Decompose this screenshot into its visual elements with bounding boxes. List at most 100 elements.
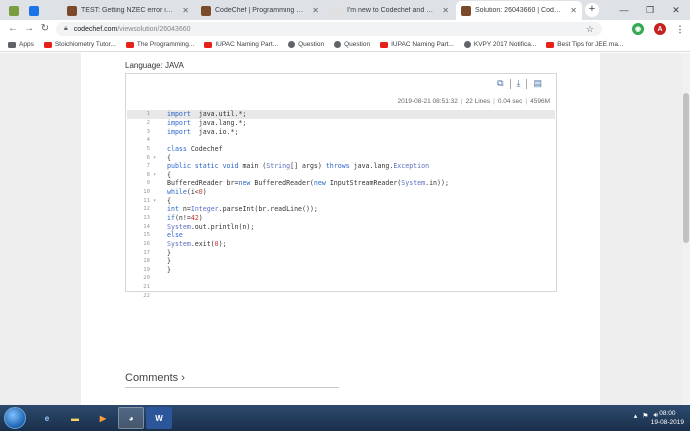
code-token: String <box>266 162 291 171</box>
browser-tab[interactable]: I'm new to Codechef and my first✕ <box>328 1 454 20</box>
flag-icon[interactable]: ⚑ <box>642 412 648 420</box>
reload-icon[interactable]: ↻ <box>38 22 52 36</box>
forward-arrow-icon[interactable]: → <box>22 22 36 36</box>
document-icon[interactable]: ▤ <box>533 78 542 89</box>
code-line: 21 <box>127 283 555 292</box>
bookmark-item[interactable]: IUPAC Naming Part... <box>380 41 454 48</box>
bookmark-item[interactable]: Question <box>334 41 370 48</box>
code-text: class Codechef <box>159 145 223 153</box>
apps-grid-icon <box>8 41 16 48</box>
youtube-icon <box>546 41 555 48</box>
address-bar[interactable]: 🔒︎ codechef.com/viewsolution/26043660 ☆ <box>56 22 602 36</box>
code-token: Integer <box>190 205 219 214</box>
line-number: 4 <box>146 137 150 144</box>
code-token: BufferedReader br= <box>167 179 239 188</box>
folder-icon[interactable]: ▬ <box>62 407 88 429</box>
new-tab-button[interactable]: + <box>585 3 599 17</box>
globe-icon <box>463 41 471 48</box>
page-scrollbar[interactable] <box>682 53 690 405</box>
code-text: } <box>159 249 171 257</box>
minimize-icon[interactable]: — <box>612 0 636 20</box>
bookmark-item[interactable]: Best Tips for JEE ma... <box>546 41 623 48</box>
code-line: 7 public static void main (String[] args)… <box>127 162 555 171</box>
close-tab-icon[interactable]: ✕ <box>439 6 449 15</box>
browser-tab[interactable] <box>24 1 42 20</box>
code-text: } <box>159 257 171 265</box>
download-icon[interactable]: ⤓ <box>517 78 521 89</box>
profile-avatar[interactable]: A <box>654 23 666 35</box>
bookmark-item[interactable]: IUPAC Naming Part... <box>204 41 278 48</box>
line-number: 12 <box>143 206 150 213</box>
lock-icon: 🔒︎ <box>64 25 68 32</box>
close-tab-icon[interactable]: ✕ <box>309 6 319 15</box>
clock[interactable]: 08:00 19-08-2019 <box>651 409 684 427</box>
menu-kebab-icon[interactable]: ⋮ <box>674 23 686 35</box>
code-line: 9 BufferedReader br=new BufferedReader(ne… <box>127 179 555 188</box>
close-window-icon[interactable]: ✕ <box>664 0 688 20</box>
line-number: 21 <box>143 284 150 291</box>
bookmark-item[interactable]: Stoichiometry Tutor... <box>43 41 116 48</box>
code-line: 2 import java.lang.*; <box>127 119 555 128</box>
copy-icon[interactable]: ⧉ <box>497 78 503 89</box>
code-line: 3 import java.io.*; <box>127 127 555 136</box>
code-token: .exit( <box>190 239 215 248</box>
code-token: (i< <box>186 188 199 197</box>
bookmark-item[interactable]: Question <box>288 41 324 48</box>
back-arrow-icon[interactable]: ← <box>6 22 20 36</box>
code-token: new <box>313 179 326 188</box>
submission-meta: 2019-08-21 08:51:32 | 22 Lines | 0.04 sec | 45… <box>397 98 551 105</box>
favicon-icon <box>29 5 39 16</box>
line-number: 7 <box>146 163 150 170</box>
code-token: } <box>167 248 171 257</box>
code-line: 4 <box>127 136 555 145</box>
line-number: 17 <box>143 249 150 256</box>
code-token: java.lang. <box>349 162 394 171</box>
exec-time: 0.04 sec <box>497 98 523 105</box>
scrollbar-thumb[interactable] <box>683 93 689 243</box>
maximize-icon[interactable]: ❐ <box>638 0 662 20</box>
code-token: new <box>238 179 251 188</box>
code-line: 19} <box>127 266 555 275</box>
line-number: 14 <box>143 223 150 230</box>
code-token: [] args) <box>290 162 326 171</box>
code-text: while(i<0) <box>159 188 207 196</box>
media-player-icon[interactable]: ▶ <box>90 407 116 429</box>
bookmark-star-icon[interactable]: ☆ <box>586 24 594 35</box>
favicon-icon <box>201 5 211 16</box>
globe-icon <box>288 41 296 48</box>
chrome-icon[interactable]: ◕ <box>118 407 144 429</box>
code-token: public static void <box>167 162 239 171</box>
browser-tab[interactable]: TEST: Getting NZEC error in java ✕ <box>62 1 194 20</box>
code-token: System <box>401 179 426 188</box>
bookmark-label: Question <box>344 41 371 48</box>
code-token: System <box>167 239 191 248</box>
browser-tab-strip: TEST: Getting NZEC error in java ✕ CodeChe… <box>0 0 690 20</box>
ie-icon[interactable]: e <box>34 407 60 429</box>
browser-tab[interactable]: Solution: 26043660 | CodeChef ✕ <box>456 1 582 20</box>
youtube-icon <box>43 41 52 48</box>
extension-icon[interactable]: ◉ <box>632 23 644 35</box>
word-icon[interactable]: W <box>146 407 172 429</box>
start-button[interactable] <box>4 407 26 429</box>
code-line: 20 <box>127 274 555 283</box>
bookmark-item[interactable]: Apps <box>8 41 34 48</box>
browser-tab[interactable] <box>4 1 22 20</box>
memory-usage: 4596M <box>530 98 550 105</box>
tray-arrow-icon[interactable]: ▴ <box>634 412 638 420</box>
close-tab-icon[interactable]: ✕ <box>567 6 577 15</box>
line-number: 22 <box>143 292 150 299</box>
line-number: 3 <box>146 128 150 135</box>
code-line: 12 int n=Integer.parseInt(br.readLine()); <box>127 205 555 214</box>
code-text: int n=Integer.parseInt(br.readLine()); <box>159 205 318 213</box>
bookmark-item[interactable]: KVPY 2017 Notifica... <box>463 41 536 48</box>
bookmark-item[interactable]: The Programming... <box>125 41 194 48</box>
divider <box>509 78 511 89</box>
code-line: 13 if(n!=42) <box>127 214 555 223</box>
close-tab-icon[interactable]: ✕ <box>179 6 189 15</box>
browser-tab[interactable]: CodeChef | Programming Compe✕ <box>196 1 324 20</box>
code-line: 17} <box>127 248 555 257</box>
code-token: BufferedReader( <box>250 179 314 188</box>
code-token: else <box>167 231 183 240</box>
code-token: .parseInt(br.readLine()); <box>218 205 318 214</box>
comments-heading[interactable]: Comments › <box>125 372 185 384</box>
